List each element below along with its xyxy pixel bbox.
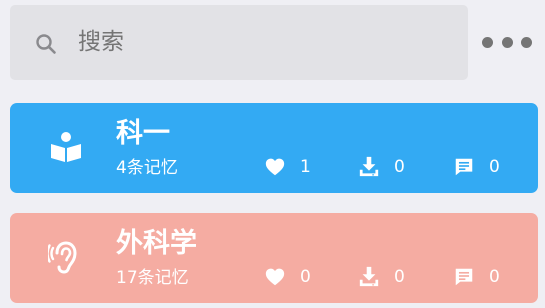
deck-title: 科一 [116, 118, 170, 149]
download-count: 0 [394, 267, 405, 287]
deck-card[interactable]: 科一 4条记忆 1 0 0 [10, 103, 538, 193]
deck-memory-count: 17条记忆 [116, 268, 189, 288]
search-bar[interactable] [10, 5, 468, 80]
more-dot [501, 36, 513, 48]
download-icon [359, 266, 379, 287]
comment-count: 0 [489, 157, 500, 177]
search-icon [36, 34, 56, 54]
more-dot [482, 36, 493, 48]
search-input[interactable] [78, 5, 458, 80]
download-stat[interactable]: 0 [358, 264, 405, 290]
like-count: 0 [300, 267, 311, 287]
download-stat[interactable]: 0 [358, 154, 405, 180]
more-options-button[interactable] [482, 30, 532, 54]
deck-title: 外科学 [116, 228, 197, 259]
deck-memory-count: 4条记忆 [116, 158, 178, 178]
comment-count: 0 [489, 267, 500, 287]
comment-icon [455, 268, 473, 286]
ear-icon [48, 241, 77, 274]
heart-icon [265, 158, 285, 176]
like-stat[interactable]: 0 [264, 264, 311, 290]
like-stat[interactable]: 1 [264, 154, 311, 180]
download-icon [359, 156, 379, 177]
comment-icon [455, 158, 473, 176]
more-dot [521, 36, 532, 48]
book-reader-icon [51, 132, 81, 162]
deck-card[interactable]: 外科学 17条记忆 0 0 0 [10, 213, 538, 303]
download-count: 0 [394, 157, 405, 177]
comment-stat[interactable]: 0 [453, 264, 500, 290]
comment-stat[interactable]: 0 [453, 154, 500, 180]
like-count: 1 [300, 157, 311, 177]
heart-icon [265, 268, 285, 286]
